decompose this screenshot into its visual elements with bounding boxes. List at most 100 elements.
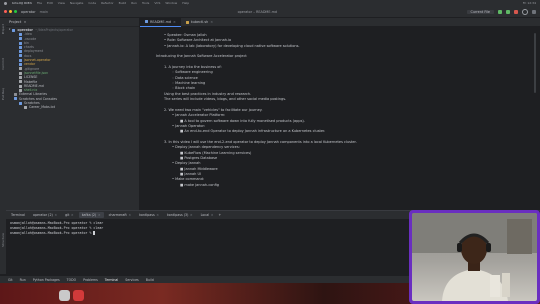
add-terminal-icon[interactable]: + (218, 213, 221, 217)
project-panel-title[interactable]: Project (9, 20, 21, 24)
terminal-tab[interactable]: Local × (198, 212, 217, 218)
folder-icon (19, 50, 22, 54)
apple-icon[interactable] (4, 1, 7, 5)
dock-app-icon[interactable] (59, 290, 70, 301)
branch-switcher[interactable]: main (40, 10, 48, 14)
structure-tool-button[interactable]: Structure (1, 233, 5, 247)
file-icon (19, 88, 22, 92)
terminal-cursor (93, 231, 96, 235)
close-icon[interactable]: × (71, 213, 74, 217)
terminal-tab-label: Terminal (11, 213, 25, 217)
close-window-button[interactable] (4, 10, 7, 13)
project-panel-header: Project ▾ (6, 18, 139, 27)
zoom-window-button[interactable] (14, 10, 17, 13)
menu-item[interactable]: File (37, 1, 42, 5)
status-tool-button[interactable]: Services (125, 278, 138, 282)
tree-item[interactable]: Career_Mobs.txt (6, 105, 139, 109)
presenter-illustration (412, 213, 537, 301)
folder-icon (19, 41, 22, 45)
markdown-line: ■ make jannah-config (180, 182, 220, 187)
menu-item[interactable]: VCS (154, 1, 160, 5)
close-icon[interactable]: × (128, 213, 131, 217)
debug-icon[interactable] (506, 9, 511, 14)
search-icon[interactable] (522, 8, 529, 15)
markdown-file-icon (185, 20, 189, 24)
file-icon (19, 80, 22, 84)
file-icon (19, 67, 22, 71)
menu-item[interactable]: Refactor (101, 1, 114, 5)
editor-tabs: README.md × kubectl.sh × (140, 17, 540, 27)
close-icon[interactable]: × (190, 213, 193, 217)
minimize-window-button[interactable] (9, 10, 12, 13)
folder-icon (19, 54, 22, 58)
terminal-tab-label: kafka (2) (81, 213, 97, 217)
library-icon (14, 93, 17, 97)
window-title: operator – README.md (237, 9, 278, 14)
status-tool-button[interactable]: Terminal (105, 278, 118, 282)
terminal-tab[interactable]: Terminal (8, 212, 28, 218)
terminal-tab-label: kontlpass (3) (167, 213, 189, 217)
file-icon (19, 84, 22, 88)
run-config-select[interactable]: Current File (466, 9, 495, 14)
editor-scrollbar[interactable] (534, 33, 536, 93)
close-icon[interactable]: × (98, 213, 101, 217)
menu-item[interactable]: Help (182, 1, 189, 5)
commit-tool-button[interactable]: Commit (1, 58, 5, 70)
terminal-tab[interactable]: kontlpass (3) × (164, 212, 196, 218)
editor-tab[interactable]: README.md × (140, 17, 181, 27)
status-tool-button[interactable]: Problems (83, 278, 98, 282)
terminal-line-text: osmanjalloh@osmans-MacBook-Pro operator … (10, 226, 104, 230)
stop-icon[interactable] (514, 9, 519, 14)
folder-icon (19, 45, 22, 49)
terminal-tab[interactable]: kafka (2) × (78, 212, 104, 218)
markdown-content: • Speaker: Osman Jalloh • Role: Software … (156, 33, 416, 188)
terminal-tab[interactable]: kontlpass × (136, 212, 162, 218)
menu-item[interactable]: Edit (47, 1, 53, 5)
terminal-line-text: osmanjalloh@osmans-MacBook-Pro operator … (10, 221, 104, 225)
menu-item[interactable]: Run (131, 1, 137, 5)
terminal-tab[interactable]: operator (2) × (30, 212, 60, 218)
close-icon[interactable]: × (210, 20, 213, 24)
folder-icon (19, 101, 22, 105)
status-tool-button[interactable]: Run (20, 278, 26, 282)
menu-item[interactable]: Navigate (70, 1, 83, 5)
menu-item[interactable]: Tools (142, 1, 149, 5)
terminal-tab-label: charmeraft (108, 213, 127, 217)
status-tool-button[interactable]: Git (8, 278, 13, 282)
terminal-tab[interactable]: git × (62, 212, 77, 218)
close-icon[interactable]: × (211, 213, 214, 217)
project-tree: ▾ operator ~/IdeaProjects/operator .idea… (6, 27, 139, 110)
menu-item[interactable]: Window (165, 1, 177, 5)
tree-root-path: ~/IdeaProjects/operator (34, 28, 73, 32)
close-icon[interactable]: × (54, 213, 57, 217)
menu-item[interactable]: Code (88, 1, 96, 5)
menu-item[interactable]: View (58, 1, 65, 5)
folder-icon (14, 97, 17, 101)
menubar-clock: Fri 12:34 (522, 1, 536, 5)
folder-icon (19, 37, 22, 41)
project-tool-button[interactable]: Project (1, 24, 5, 34)
webcam-overlay (409, 210, 540, 304)
status-tool-button[interactable]: TODO (67, 278, 76, 282)
close-icon[interactable]: × (156, 213, 159, 217)
dock-app-icon[interactable] (73, 290, 84, 301)
editor-tab[interactable]: kubectl.sh × (181, 18, 218, 26)
chevron-down-icon[interactable]: ▾ (24, 20, 26, 24)
status-tool-button[interactable]: Python Packages (33, 278, 60, 282)
folder-icon (19, 58, 22, 62)
markdown-preview[interactable]: • Speaker: Osman Jalloh • Role: Software … (140, 27, 540, 210)
menu-item[interactable]: Build (119, 1, 127, 5)
terminal-tab-label: operator (2) (32, 213, 53, 217)
settings-icon[interactable] (532, 9, 537, 14)
status-tool-button[interactable]: Build (146, 278, 154, 282)
close-icon[interactable]: × (173, 20, 176, 24)
ide-toolbar: operator main operator – README.md Curre… (0, 6, 540, 18)
expand-arrow-icon[interactable]: ▾ (9, 28, 10, 32)
file-icon (19, 71, 22, 75)
project-panel: Project ▾ ▾ operator ~/IdeaProjects/oper… (6, 18, 140, 210)
run-icon[interactable] (498, 9, 503, 14)
pull-requests-tool-button[interactable]: Pull Req (1, 88, 5, 100)
terminal-tab[interactable]: charmeraft × (106, 212, 135, 218)
menu-item[interactable]: IntelliJ IDEA (12, 1, 32, 5)
project-switcher[interactable]: operator (21, 10, 36, 14)
